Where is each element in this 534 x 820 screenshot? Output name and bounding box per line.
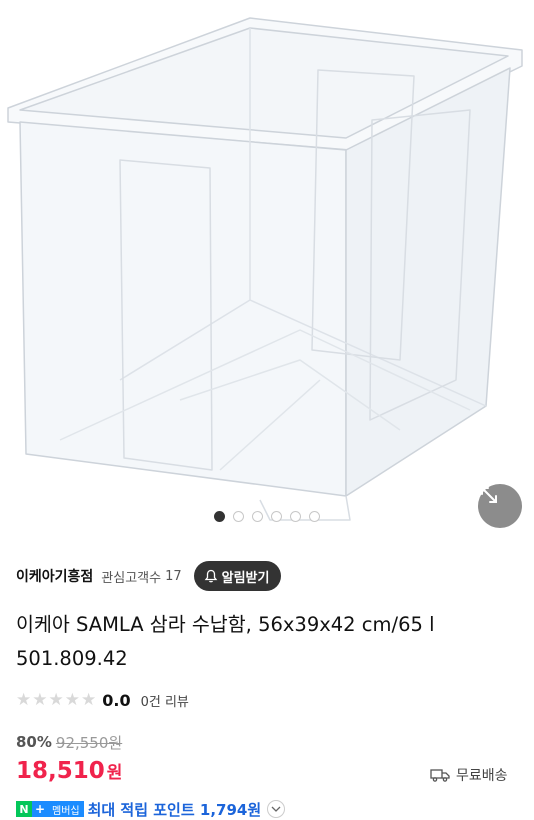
gallery-dot[interactable] [271,511,282,522]
product-image-gallery[interactable] [0,0,534,540]
product-title: 이케아 SAMLA 삼라 수납함, 56x39x42 cm/65 l 501.8… [16,613,435,670]
rating-summary[interactable]: ★ ★ ★ ★ ★ 0.0 0건 리뷰 [16,688,189,712]
expand-icon [481,487,497,503]
membership-points[interactable]: N + 멤버십 최대 적립 포인트 1,794원 [16,798,286,820]
store-info: 이케아기흥점 관심고객수 17 알림받기 [16,560,282,592]
sale-price: 18,510 원 [16,758,122,790]
plus-badge: + [32,801,48,817]
alarm-subscribe-button[interactable]: 알림받기 [193,561,282,591]
followers-count: 17 [165,568,182,584]
star-icon: ★ [32,689,48,710]
store-name[interactable]: 이케아기흥점 [16,566,93,586]
chevron-down-icon[interactable] [267,800,286,818]
price-value: 18,510 [16,758,105,784]
shipping-label: 무료배송 [456,768,508,784]
naver-badge: N [16,801,32,817]
alarm-label: 알림받기 [221,570,270,586]
original-price: 92,550원 [55,733,123,752]
star-icon: ★ [48,689,64,710]
star-icon: ★ [64,689,80,710]
star-icon: ★ [81,689,97,710]
points-text: 최대 적립 포인트 1,794원 [87,800,262,819]
shipping-info: 무료배송 [430,764,508,786]
membership-badge: 멤버십 [48,801,84,817]
price-currency: 원 [106,763,123,783]
rating-score: 0.0 [102,690,131,710]
truck-icon [430,769,450,782]
gallery-pagination [0,511,534,522]
discount-info: 80% 92,550원 [16,730,122,754]
product-image [7,17,523,521]
gallery-dot[interactable] [252,511,263,522]
star-rating: ★ ★ ★ ★ ★ [16,689,97,710]
discount-rate: 80% [16,733,52,751]
gallery-dot[interactable] [233,511,244,522]
bell-plus-icon [204,569,217,583]
gallery-dot[interactable] [290,511,301,522]
star-icon: ★ [16,689,32,710]
expand-image-button[interactable] [478,484,522,528]
gallery-dot[interactable] [309,511,320,522]
followers-label: 관심고객수 [101,570,162,586]
review-count[interactable]: 0건 리뷰 [141,691,189,710]
gallery-dot[interactable] [214,511,225,522]
